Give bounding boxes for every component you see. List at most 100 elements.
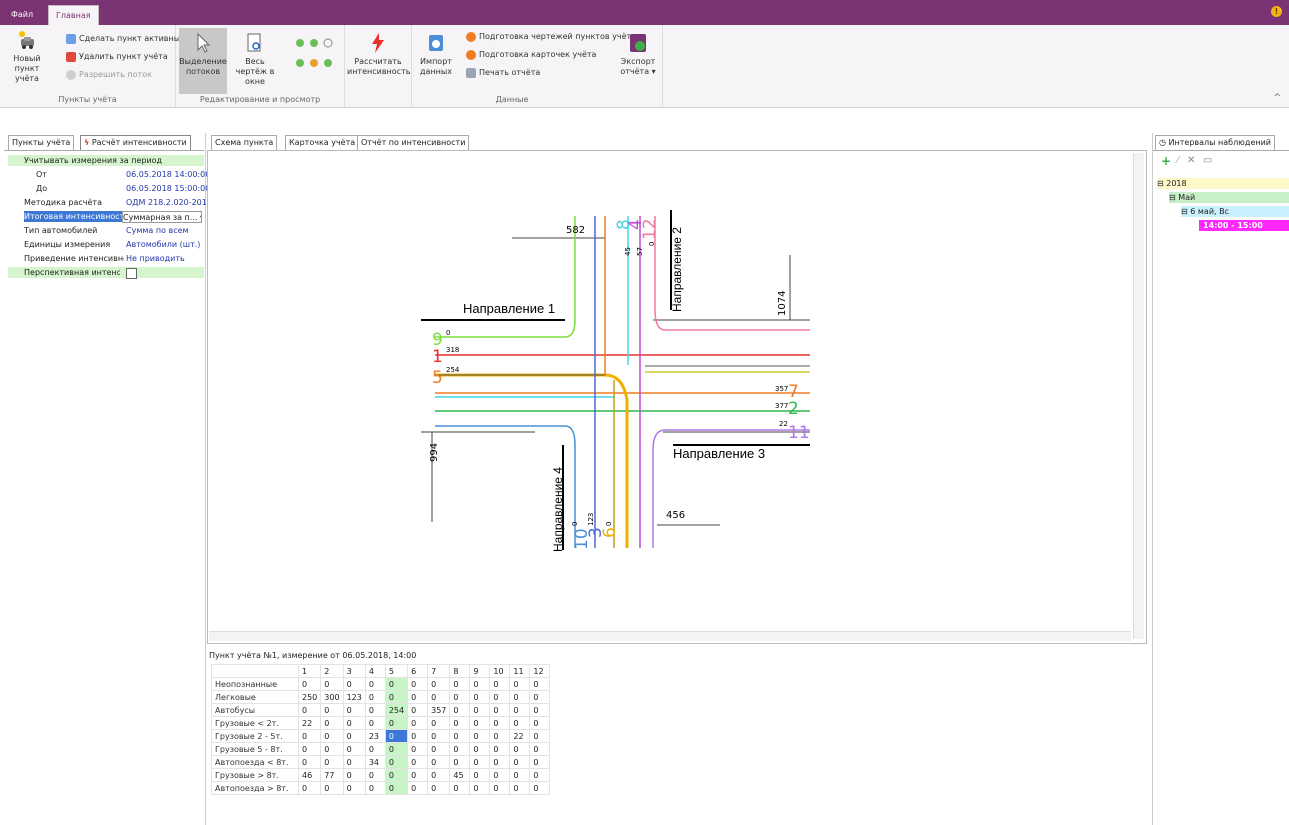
table-cell[interactable]: 0	[364, 716, 386, 730]
table-cell[interactable]: 300	[320, 690, 344, 704]
table-cell[interactable]: 0	[407, 729, 429, 743]
table-cell[interactable]: 0	[384, 755, 409, 769]
whole-drawing-button[interactable]: Весь чертёж в окне	[232, 32, 278, 87]
table-cell[interactable]: 0	[427, 729, 451, 743]
table-cell[interactable]: 0	[529, 755, 551, 769]
prep-cards-button[interactable]: Подготовка карточек учёта	[466, 48, 596, 62]
table-cell[interactable]: 0	[449, 781, 471, 795]
table-cell[interactable]: 0	[529, 677, 551, 691]
table-cell[interactable]: 0	[407, 716, 429, 730]
table-cell[interactable]: 0	[529, 716, 551, 730]
intersection-diagram[interactable]: Направление 1 Направление 3 Направление …	[415, 200, 825, 560]
vertical-scrollbar[interactable]	[1133, 153, 1144, 639]
table-cell[interactable]: 0	[469, 690, 491, 704]
table-cell[interactable]: 45	[449, 768, 471, 782]
table-cell[interactable]: 22	[509, 729, 531, 743]
prop-to[interactable]: До 06.05.2018 15:00:00	[8, 183, 210, 194]
new-point-button[interactable]: Новый пункт учёта	[6, 29, 48, 84]
import-data-button[interactable]: Импорт данных	[416, 32, 456, 77]
tab-report[interactable]: Отчёт по интенсивности	[357, 135, 470, 150]
table-cell[interactable]: 0	[407, 703, 429, 717]
prop-perspective[interactable]: Перспективная интенсивность	[8, 267, 204, 279]
tree-year[interactable]: ⊟ 2018	[1157, 178, 1289, 189]
prop-value[interactable]: Автомобили (шт.)	[126, 239, 210, 250]
prop-dropdown[interactable]: Суммарная за п... ▾	[122, 211, 202, 223]
table-cell[interactable]: 0	[489, 703, 511, 717]
table-cell[interactable]: 0	[509, 716, 531, 730]
table-cell[interactable]: 0	[364, 703, 386, 717]
table-cell[interactable]: 0	[489, 768, 511, 782]
tab-home[interactable]: Главная	[48, 5, 99, 26]
edit-interval-icon[interactable]: ⁄	[1177, 155, 1179, 166]
perspective-checkbox[interactable]	[126, 268, 137, 279]
table-cell[interactable]: 0	[469, 768, 491, 782]
table-cell[interactable]: 250	[297, 690, 322, 704]
add-interval-icon[interactable]: +	[1161, 154, 1171, 168]
table-cell[interactable]: 0	[469, 755, 491, 769]
table-cell[interactable]: 0	[427, 690, 451, 704]
prop-normalize[interactable]: Приведение интенсивностиНе приводить	[8, 253, 202, 264]
table-cell[interactable]: 0	[407, 781, 429, 795]
table-cell[interactable]: 0	[427, 716, 451, 730]
table-cell[interactable]: 23	[364, 729, 386, 743]
table-cell[interactable]: 0	[320, 703, 344, 717]
table-cell[interactable]: 0	[489, 716, 511, 730]
table-cell[interactable]: 0	[489, 742, 511, 756]
table-cell[interactable]: 0	[320, 781, 344, 795]
table-cell[interactable]: 0	[364, 768, 386, 782]
table-cell[interactable]: 0	[384, 742, 409, 756]
table-cell[interactable]: 0	[342, 755, 366, 769]
table-cell[interactable]: 254	[384, 703, 409, 717]
prop-from[interactable]: От 06.05.2018 14:00:00	[8, 169, 210, 180]
table-cell[interactable]: 0	[364, 677, 386, 691]
tree-interval[interactable]: 14:00 - 15:00	[1199, 220, 1289, 231]
table-cell[interactable]: 0	[449, 677, 471, 691]
table-cell[interactable]: 0	[297, 703, 322, 717]
prop-units[interactable]: Единицы измерения Автомобили (шт.)	[8, 239, 202, 250]
table-cell[interactable]: 0	[320, 729, 344, 743]
table-cell[interactable]: 0	[509, 755, 531, 769]
delete-point-button[interactable]: Удалить пункт учёта	[66, 50, 168, 64]
horizontal-scrollbar[interactable]	[209, 631, 1131, 641]
table-cell[interactable]: 0	[469, 677, 491, 691]
table-cell[interactable]: 0	[427, 768, 451, 782]
table-cell[interactable]: 0	[509, 690, 531, 704]
table-cell[interactable]: 0	[509, 742, 531, 756]
table-cell[interactable]: 0	[407, 690, 429, 704]
prop-total[interactable]: Итоговая интенсивность Суммарная за п... …	[8, 211, 202, 223]
table-cell[interactable]: 0	[449, 690, 471, 704]
table-cell[interactable]: 0	[469, 703, 491, 717]
export-report-button[interactable]: Экспорт отчёта ▾	[616, 32, 660, 77]
table-cell[interactable]: 0	[297, 781, 322, 795]
table-cell[interactable]: 0	[469, 729, 491, 743]
prop-period[interactable]: Учитывать измерения за период	[8, 155, 204, 166]
tree-day[interactable]: ⊟ 6 май, Вс	[1181, 206, 1289, 217]
table-cell[interactable]: 0	[407, 768, 429, 782]
table-cell[interactable]: 0	[469, 781, 491, 795]
prep-drawings-button[interactable]: Подготовка чертежей пунктов учёта	[466, 30, 636, 44]
table-cell[interactable]: 0	[297, 755, 322, 769]
table-cell[interactable]: 0	[384, 768, 409, 782]
prop-value[interactable]: 06.05.2018 15:00:00	[126, 183, 210, 194]
table-cell[interactable]: 77	[320, 768, 344, 782]
tab-points[interactable]: Пункты учёта	[8, 135, 75, 150]
print-report-button[interactable]: Печать отчёта	[466, 66, 540, 80]
table-cell[interactable]: 0	[427, 781, 451, 795]
table-cell[interactable]: 0	[364, 781, 386, 795]
prop-vehicle-type[interactable]: Тип автомобилей Сумма по всем	[8, 225, 202, 236]
tab-intensity-calc[interactable]: ϟ Расчёт интенсивности	[80, 135, 191, 150]
table-cell[interactable]: 34	[364, 755, 386, 769]
table-cell[interactable]: 0	[449, 742, 471, 756]
save-interval-icon[interactable]: ▭	[1203, 155, 1212, 166]
table-cell[interactable]: 0	[489, 781, 511, 795]
table-cell[interactable]: 0	[342, 677, 366, 691]
prop-value[interactable]: Сумма по всем	[126, 225, 210, 236]
table-cell[interactable]: 0	[449, 755, 471, 769]
table-cell[interactable]: 0	[407, 677, 429, 691]
table-cell[interactable]: 0	[342, 716, 366, 730]
prop-value[interactable]: ОДМ 218.2.020-2012	[126, 197, 210, 208]
prop-value[interactable]: 06.05.2018 14:00:00	[126, 169, 210, 180]
warning-icon[interactable]: !	[1271, 6, 1282, 17]
table-cell[interactable]: 0	[384, 781, 409, 795]
table-cell[interactable]: 0	[384, 729, 409, 743]
